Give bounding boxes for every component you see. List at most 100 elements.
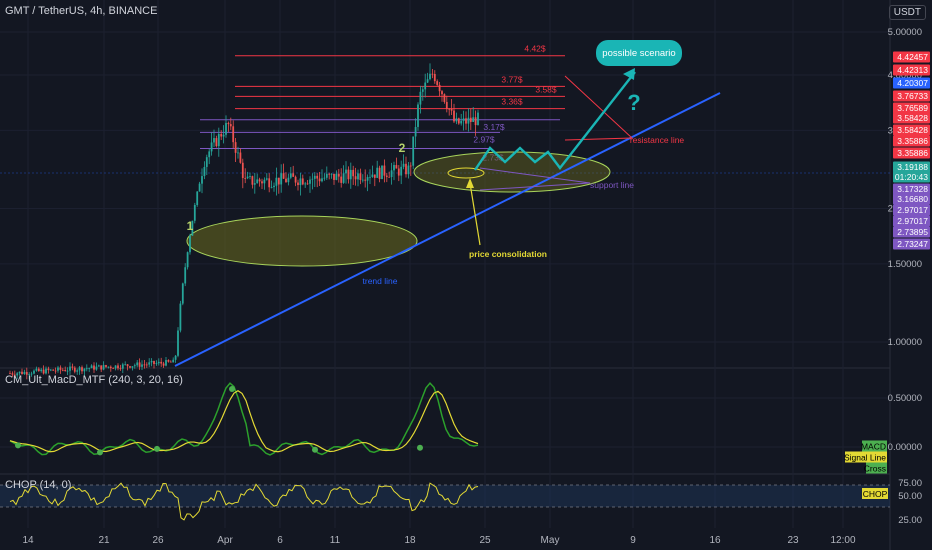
candle-body (465, 118, 467, 124)
candle-body (282, 173, 285, 179)
candle-body (37, 368, 40, 372)
candle-body (258, 179, 261, 182)
trend-line-label: trend line (363, 276, 398, 286)
candle-body (366, 177, 369, 181)
resistance-line-label: resistance line (630, 135, 685, 145)
candle-body (249, 176, 251, 177)
candle-body (47, 368, 50, 371)
candle-body (469, 117, 472, 122)
candle-body (88, 368, 91, 369)
candle-body (78, 367, 81, 371)
price-axis-badge-text: 3.76589 (897, 103, 928, 113)
candle-body (49, 369, 52, 371)
candle-body (85, 368, 88, 370)
candle-body (289, 173, 292, 178)
candle-body (400, 166, 403, 176)
candle-body (241, 162, 244, 178)
candle-body (429, 73, 431, 80)
candle-body (201, 176, 203, 184)
price-axis-badge-text: 2.97017 (897, 205, 928, 215)
candle-body (174, 355, 177, 360)
price-axis-badge-text: 3.17328 (897, 184, 928, 194)
time-tick-label: 11 (330, 535, 341, 546)
candle-body (162, 363, 165, 366)
candle-body (205, 157, 208, 167)
candle-body (124, 364, 127, 366)
candle-body (109, 366, 112, 369)
time-tick-label: 9 (630, 535, 636, 546)
macd-indicator-title[interactable]: CM_Ult_MacD_MTF (240, 3, 20, 16) (5, 374, 183, 386)
symbol-title[interactable]: GMT / TetherUS, 4h, BINANCE (5, 5, 157, 17)
candle-body (64, 369, 67, 372)
candle-body (311, 178, 314, 180)
candle-body (460, 120, 463, 124)
candle-body (417, 104, 419, 127)
candle-body (253, 183, 256, 185)
candle-body (436, 81, 439, 85)
candle-body (381, 165, 383, 180)
candle-body (321, 178, 323, 182)
candle-body (153, 361, 155, 365)
support-level-label: 2.97$ (473, 134, 495, 144)
price-axis-badge-text: 4.20307 (897, 78, 928, 88)
candle-body (119, 368, 122, 370)
candle-body (184, 267, 187, 284)
candle-body (66, 370, 69, 372)
candle-body (462, 118, 465, 121)
chart-canvas[interactable]: 4.42$3.77$3.58$3.36$3.17$2.97$2.73$ tren… (0, 0, 932, 550)
candle-body (472, 117, 475, 122)
candle-body (143, 364, 146, 366)
candle-body (328, 173, 331, 175)
candle-body (54, 370, 57, 372)
candle-body (431, 73, 434, 75)
candle-body (234, 142, 237, 153)
candle-body (95, 366, 98, 370)
candle-body (376, 167, 379, 178)
candle-body (141, 364, 143, 367)
time-tick-label: 21 (98, 535, 110, 546)
candle-body (333, 173, 335, 180)
candle-body (131, 366, 134, 368)
candle-body (220, 133, 223, 137)
candle-body (325, 173, 328, 178)
candle-body (349, 169, 352, 180)
consolidation-ellipse (186, 215, 418, 267)
candle-body (261, 181, 263, 184)
candle-body (129, 366, 131, 368)
time-tick-label: May (541, 535, 560, 546)
candle-body (76, 370, 79, 372)
candle-body (222, 134, 225, 137)
candle-body (100, 365, 103, 370)
candle-body (203, 166, 206, 177)
candle-body (419, 91, 422, 105)
candle-body (445, 101, 448, 109)
candle-body (227, 122, 230, 125)
candle-body (285, 178, 287, 183)
candle-body (402, 163, 405, 167)
macd-cross-marker (417, 444, 423, 451)
candle-body (169, 361, 172, 363)
macd-cross-marker (229, 386, 235, 393)
candle-body (177, 330, 179, 356)
macd-cross-marker (154, 445, 160, 452)
currency-badge[interactable]: USDT (888, 5, 926, 20)
candle-body (213, 138, 215, 143)
macd-tick-label: 0.50000 (888, 393, 922, 404)
candle-body (373, 174, 376, 178)
candle-body (90, 365, 93, 369)
candle-body (359, 173, 362, 180)
candle-body (335, 173, 338, 180)
macd-legend-badge-text: Signal Line (844, 453, 886, 463)
price-axis-badge-text: 3.76733 (897, 91, 928, 101)
candle-body (40, 369, 43, 372)
candle-body (275, 177, 278, 186)
candle-body (45, 368, 47, 374)
candle-body (301, 178, 304, 185)
chop-indicator-title[interactable]: CHOP (14, 0) (5, 479, 71, 491)
candle-body (412, 136, 415, 166)
macd-legend-badge-text: MACD (861, 442, 886, 452)
candle-body (136, 362, 139, 366)
candle-body (352, 169, 355, 177)
candle-body (277, 177, 280, 185)
candle-body (345, 169, 347, 174)
